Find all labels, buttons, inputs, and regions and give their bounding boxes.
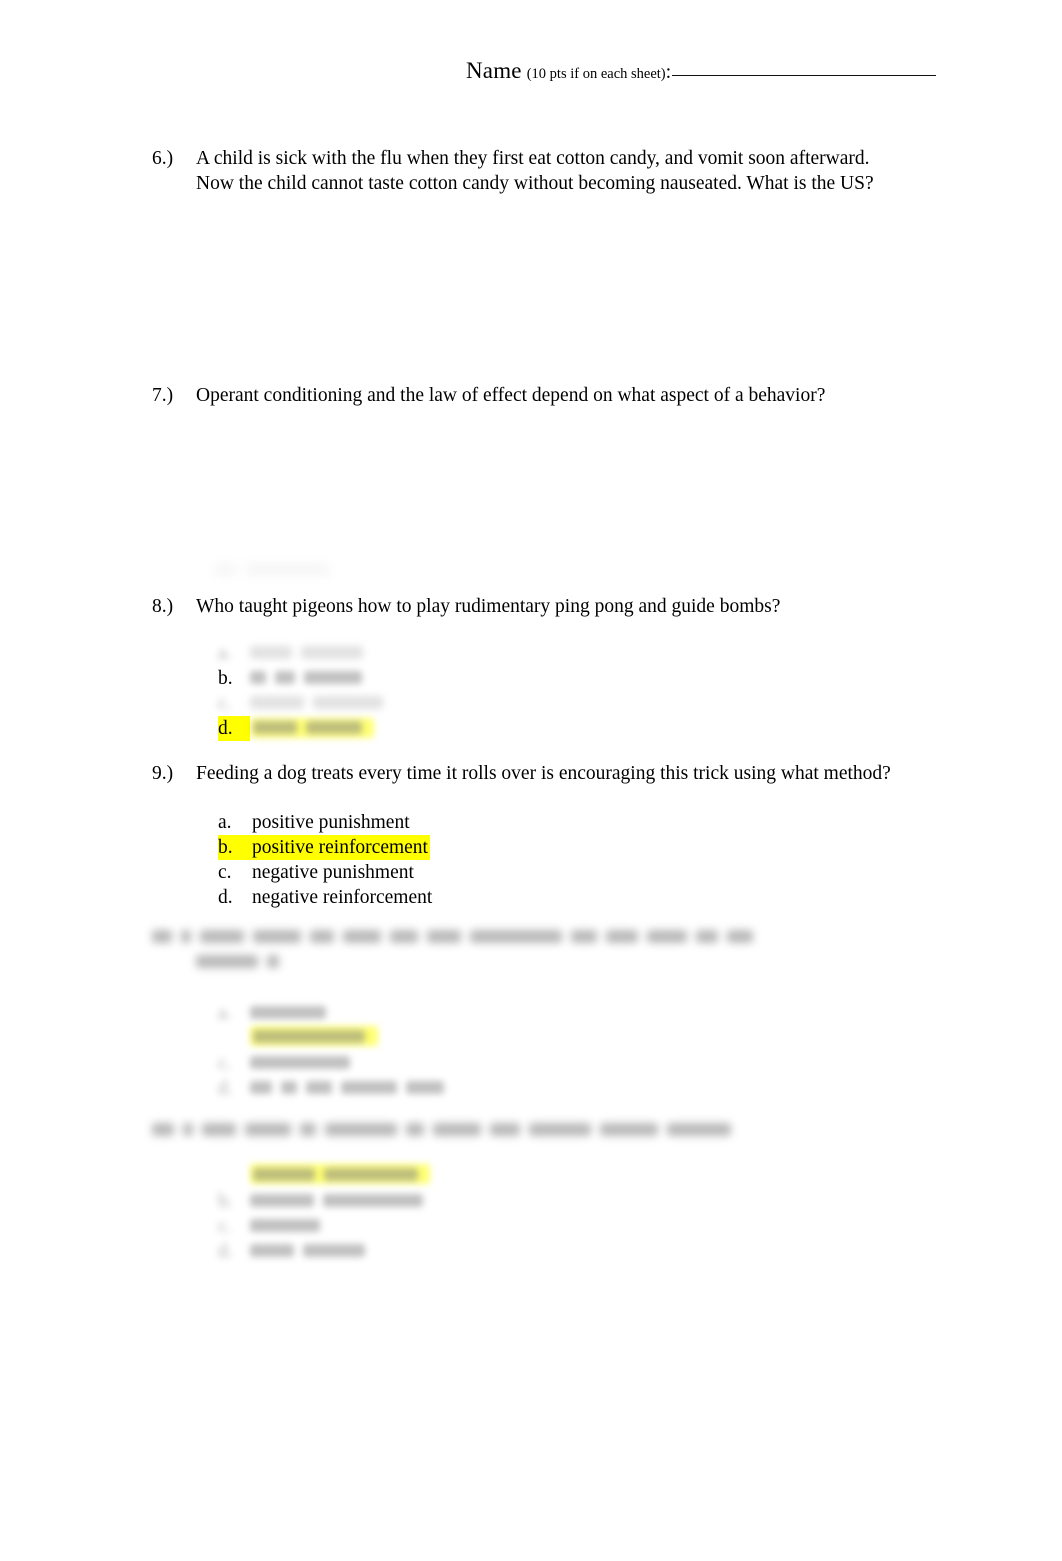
option-d-letter: d. [218, 1241, 233, 1262]
option-c[interactable]: c. [218, 691, 383, 716]
option-a-letter: a. [218, 812, 232, 833]
question-10 [152, 930, 753, 968]
option-c-letter: c. [218, 693, 232, 714]
question-10-options: a. c. d. [218, 1001, 444, 1101]
question-8: 8.) Who taught pigeons how to play rudim… [152, 594, 780, 619]
question-9-text: Feeding a dog treats every time it rolls… [196, 763, 891, 784]
document-page: Name (10 pts if on each sheet) : 6.) A c… [0, 0, 1062, 1561]
option-d-letter: d. [218, 716, 250, 741]
question-11 [152, 1123, 731, 1136]
option-d-letter: d. [218, 1078, 233, 1099]
question-7-text: Operant conditioning and the law of effe… [196, 385, 826, 406]
question-9-options: a. positive punishment b. positive reinf… [218, 810, 434, 910]
question-7-number: 7.) [152, 385, 174, 406]
option-a[interactable]: a. positive punishment [218, 810, 434, 835]
option-b-redacted-text [250, 1026, 378, 1046]
option-d[interactable]: d. [218, 716, 383, 741]
option-d-redacted-text [250, 1244, 365, 1257]
name-label: Name [466, 58, 522, 83]
name-header: Name (10 pts if on each sheet) : [466, 58, 937, 84]
question-8-options: a. b. c. d. [218, 641, 383, 741]
option-c-letter: c. [218, 1053, 232, 1074]
option-b[interactable]: b. [218, 666, 383, 691]
option-d[interactable]: d. negative reinforcement [218, 885, 434, 910]
option-c[interactable]: c. [218, 1214, 430, 1239]
question-6-number: 6.) [152, 148, 174, 169]
option-c-redacted-text [250, 1219, 320, 1232]
question-7: 7.) Operant conditioning and the law of … [152, 383, 825, 408]
points-note: (10 pts if on each sheet) [526, 66, 666, 82]
option-c-label: negative punishment [252, 862, 414, 883]
question-8-text: Who taught pigeons how to play rudimenta… [196, 596, 781, 617]
option-d-label: negative reinforcement [252, 887, 433, 908]
option-c-redacted-text [250, 696, 383, 709]
option-b-redacted-text [250, 1194, 423, 1207]
option-b[interactable]: b. [218, 1189, 430, 1214]
header-colon: : [665, 61, 672, 83]
option-d[interactable]: d. [218, 1239, 430, 1264]
faint-artifact [214, 563, 329, 576]
name-answer-line[interactable] [672, 75, 937, 76]
option-c-letter: c. [218, 1216, 232, 1237]
question-6: 6.) A child is sick with the flu when th… [152, 146, 874, 196]
option-c-redacted-text [250, 1056, 350, 1069]
option-a-redacted-text [250, 646, 363, 659]
option-b-label: positive reinforcement [250, 835, 430, 860]
option-a-redacted-text [250, 1006, 326, 1019]
option-d-redacted-text [250, 1081, 444, 1094]
option-a[interactable] [218, 1164, 430, 1189]
option-b-letter: b. [218, 835, 250, 860]
option-d-letter: d. [218, 887, 233, 908]
option-a-redacted-text [250, 1164, 430, 1184]
option-c[interactable]: c. [218, 1051, 444, 1076]
option-a-letter: a. [218, 1003, 232, 1024]
option-a[interactable]: a. [218, 641, 383, 666]
option-c-letter: c. [218, 862, 232, 883]
question-6-text: A child is sick with the flu when they f… [196, 148, 874, 194]
question-8-number: 8.) [152, 596, 174, 617]
option-b[interactable]: b. positive reinforcement [218, 835, 434, 860]
option-b-redacted-text [250, 671, 362, 684]
option-a-letter: a. [218, 643, 232, 664]
option-a[interactable]: a. [218, 1001, 444, 1026]
option-c[interactable]: c. negative punishment [218, 860, 434, 885]
option-d-redacted-text [250, 717, 374, 738]
question-9: 9.) Feeding a dog treats every time it r… [152, 761, 891, 786]
option-b[interactable] [218, 1026, 444, 1051]
option-b-letter: b. [218, 1191, 233, 1212]
option-b-letter: b. [218, 668, 233, 689]
option-d[interactable]: d. [218, 1076, 444, 1101]
question-11-options: b. c. d. [218, 1164, 430, 1264]
question-9-number: 9.) [152, 763, 174, 784]
option-a-label: positive punishment [252, 812, 410, 833]
